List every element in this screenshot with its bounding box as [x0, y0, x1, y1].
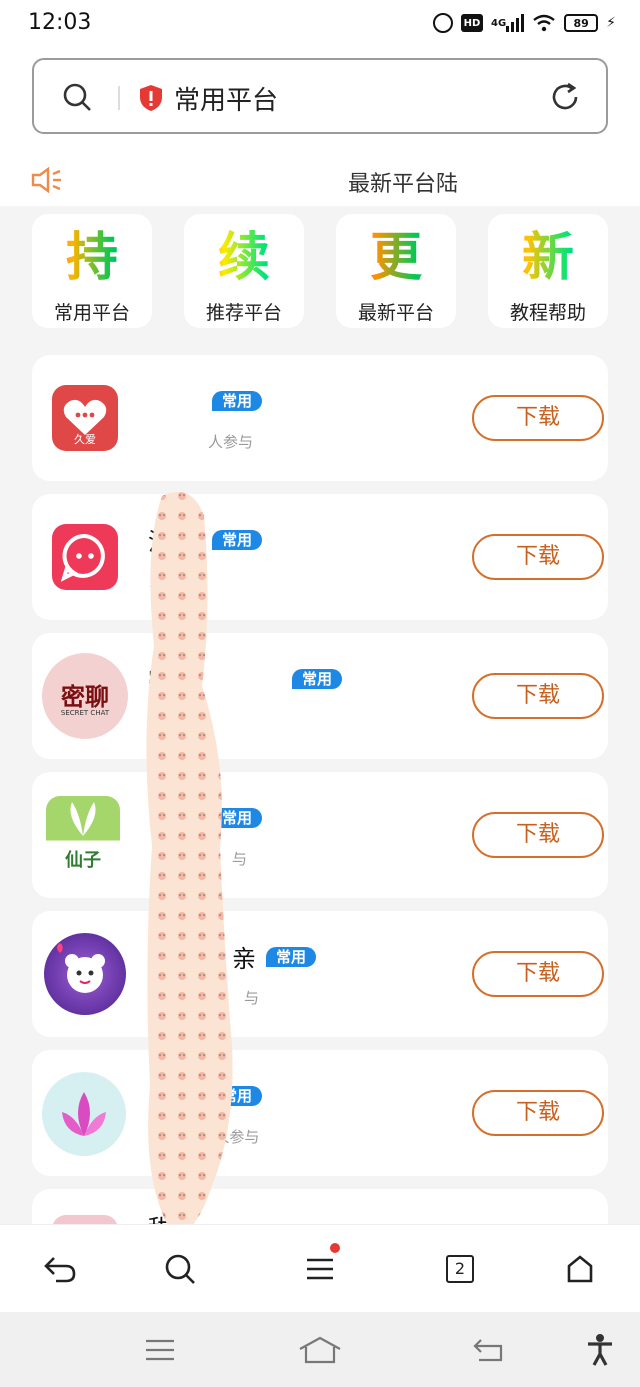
- app-icon-chat: [52, 524, 118, 590]
- category-label: 教程帮助: [509, 302, 586, 324]
- download-button[interactable]: 下载: [472, 673, 604, 719]
- hd-icon: HD: [460, 14, 483, 32]
- tabs-icon[interactable]: 2: [438, 1247, 482, 1291]
- download-button[interactable]: 下载: [472, 1090, 604, 1136]
- search-icon[interactable]: [158, 1247, 202, 1291]
- shield-warning-icon[interactable]: [138, 84, 164, 112]
- tag-badge: 常用: [292, 669, 343, 689]
- category-label: 最新平台: [357, 302, 434, 324]
- page-content: 最新平台陆 持 常用平台 续 推荐平台 更 最新平台 新 教程帮助 久爱 常用 …: [0, 156, 640, 1224]
- category-latest[interactable]: 更 最新平台: [336, 214, 456, 328]
- reload-icon[interactable]: [548, 80, 582, 114]
- status-bar: 12:03 HD 4G 89 ⚡: [0, 0, 640, 50]
- download-button[interactable]: 下载: [472, 812, 604, 858]
- category-label: 常用平台: [53, 302, 130, 324]
- app-card[interactable]: 常用 👤35418人参与 下载: [32, 1050, 608, 1176]
- app-icon-text: 仙子: [65, 850, 101, 871]
- notice-bar: 最新平台陆: [0, 156, 640, 206]
- app-icon-text: 久爱: [74, 433, 96, 446]
- download-button[interactable]: 下载: [472, 951, 604, 997]
- app-card[interactable]: 甜撩: [32, 1189, 608, 1224]
- search-icon[interactable]: [62, 82, 92, 112]
- app-icon-flower: [42, 1072, 126, 1156]
- category-glyph: 持: [32, 228, 152, 288]
- app-icon-secret-chat: 密聊 SECRET CHAT: [42, 653, 128, 739]
- app-icon-heart: 久爱: [52, 385, 118, 451]
- app-icon-bear: [44, 933, 126, 1015]
- url-text[interactable]: 常用平台: [174, 80, 278, 117]
- category-glyph: 续: [184, 228, 304, 288]
- charging-icon: ⚡: [606, 15, 616, 31]
- category-tutorial[interactable]: 新 教程帮助: [488, 214, 608, 328]
- app-card[interactable]: 仙子 常用 与 下载: [32, 772, 608, 898]
- browser-toolbar: 2: [0, 1224, 640, 1312]
- tag-badge: 常用: [266, 947, 317, 967]
- accessibility-icon[interactable]: [578, 1330, 622, 1370]
- status-time: 12:03: [28, 10, 92, 35]
- menu-icon[interactable]: [298, 1243, 342, 1291]
- battery-icon: 89: [564, 14, 599, 32]
- app-icon-fairy: 仙子: [46, 796, 120, 871]
- address-bar[interactable]: 常用平台: [32, 58, 608, 134]
- category-label: 推荐平台: [205, 302, 282, 324]
- speaker-icon: [31, 166, 61, 194]
- home-icon[interactable]: [558, 1247, 602, 1291]
- category-recommended[interactable]: 续 推荐平台: [184, 214, 304, 328]
- tag-badge: 常用: [212, 391, 263, 411]
- participant-count: 人参与: [208, 433, 254, 451]
- notification-dot: [330, 1243, 340, 1253]
- category-glyph: 新: [488, 228, 608, 288]
- category-glyph: 更: [336, 228, 456, 288]
- back-icon[interactable]: [38, 1247, 82, 1291]
- system-nav-bar: [0, 1312, 640, 1387]
- back-icon[interactable]: [466, 1330, 510, 1370]
- app-card[interactable]: 亲 常用 与 下载: [32, 911, 608, 1037]
- download-button[interactable]: 下载: [472, 395, 604, 441]
- network-label: 4G: [490, 17, 507, 29]
- sticker-overlay: [146, 492, 233, 1224]
- tab-count: 2: [446, 1255, 474, 1283]
- signal-4g-icon: 4G: [490, 12, 525, 34]
- address-separator: [118, 86, 120, 110]
- app-icon-subtext: SECRET CHAT: [60, 709, 110, 717]
- app-card[interactable]: 密聊 SECRET CHAT 密 常用 下载: [32, 633, 608, 759]
- app-icon-text: 密聊: [61, 683, 109, 711]
- recents-icon[interactable]: [138, 1330, 182, 1370]
- browser-header: 常用平台: [0, 50, 640, 156]
- alarm-icon: [432, 12, 453, 34]
- notice-text: 最新平台陆: [348, 172, 459, 197]
- status-icons: HD 4G 89 ⚡: [432, 12, 616, 34]
- app-card[interactable]: 沉 常用 👤5 下载: [32, 494, 608, 620]
- app-icon-partial: [52, 1215, 118, 1224]
- wifi-icon: [532, 12, 556, 34]
- category-common[interactable]: 持 常用平台: [32, 214, 152, 328]
- download-button[interactable]: 下载: [472, 534, 604, 580]
- home-icon[interactable]: [298, 1330, 342, 1370]
- app-card[interactable]: 久爱 常用 人参与 下载: [32, 355, 608, 481]
